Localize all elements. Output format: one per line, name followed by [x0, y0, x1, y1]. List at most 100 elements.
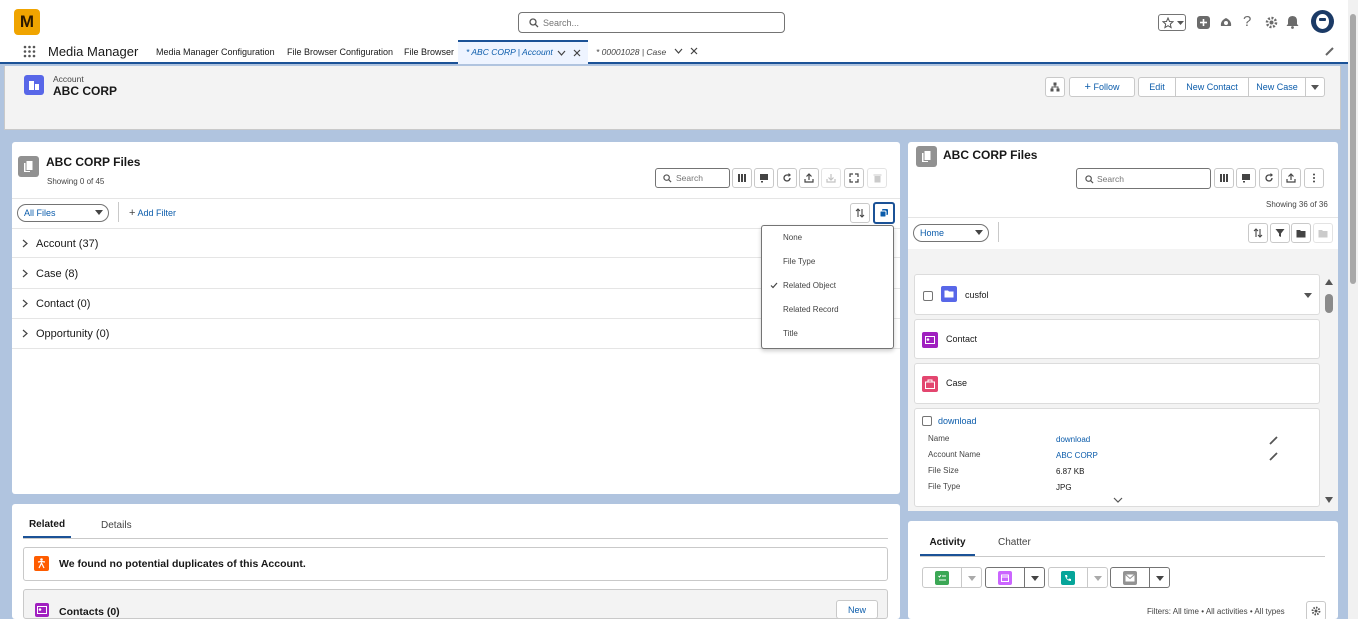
pencil-icon[interactable]: [1269, 452, 1278, 461]
new-event-button[interactable]: [985, 567, 1045, 588]
related-card: Related Details We found no potential du…: [12, 504, 900, 619]
help-icon[interactable]: ?: [1243, 13, 1251, 30]
file-checkbox[interactable]: [922, 416, 932, 426]
global-actions-icon[interactable]: [1197, 16, 1210, 29]
close-icon[interactable]: [573, 49, 581, 57]
scroll-up-icon[interactable]: [1325, 279, 1333, 285]
follow-button[interactable]: + Follow: [1069, 77, 1135, 97]
chevron-down-icon[interactable]: [557, 50, 566, 56]
duplicates-alert: We found no potential duplicates of this…: [23, 547, 888, 581]
trailhead-icon[interactable]: [1219, 15, 1233, 29]
gear-icon[interactable]: [1265, 16, 1278, 29]
menu-item-related-record[interactable]: Related Record: [762, 298, 892, 322]
folder-checkbox[interactable]: [923, 291, 933, 301]
right-files-search[interactable]: [1076, 168, 1211, 189]
global-search[interactable]: [518, 12, 785, 33]
column-settings-button[interactable]: [732, 168, 752, 188]
chevron-down-icon[interactable]: [1094, 576, 1102, 581]
file-title-link[interactable]: download: [938, 416, 977, 426]
right-files-search-input[interactable]: [1097, 172, 1205, 186]
scrollbar-thumb[interactable]: [1325, 294, 1333, 313]
tab-abc-corp-account[interactable]: * ABC CORP | Account: [458, 40, 588, 64]
chevron-down-icon[interactable]: [968, 576, 976, 581]
files-search[interactable]: [655, 168, 730, 188]
tab-file-browser[interactable]: File Browser: [404, 40, 454, 64]
tile-view-button[interactable]: [754, 168, 774, 188]
sort-button[interactable]: [850, 203, 870, 223]
menu-item-none[interactable]: None: [762, 226, 892, 250]
menu-item-file-type[interactable]: File Type: [762, 250, 892, 274]
group-by-button[interactable]: [873, 202, 895, 224]
contact-icon: [35, 603, 49, 617]
more-options-button[interactable]: [1304, 168, 1324, 188]
pencil-icon[interactable]: [1325, 47, 1334, 56]
refresh-button[interactable]: [1259, 168, 1279, 188]
tab-chatter[interactable]: Chatter: [998, 537, 1031, 548]
upload-button[interactable]: [1281, 168, 1301, 188]
columns-icon: [738, 174, 746, 182]
tab-details[interactable]: Details: [101, 520, 132, 531]
menu-item-related-object[interactable]: Related Object: [762, 274, 892, 298]
chevron-down-icon[interactable]: [674, 48, 683, 54]
new-task-button[interactable]: [922, 567, 982, 588]
pencil-icon[interactable]: [1269, 436, 1278, 445]
global-search-input[interactable]: [543, 15, 773, 30]
avatar[interactable]: [1311, 10, 1334, 33]
object-item-case[interactable]: Case: [914, 363, 1320, 404]
send-email-button[interactable]: [1110, 567, 1170, 588]
app-launcher-icon[interactable]: [23, 45, 36, 58]
new-case-button[interactable]: New Case: [1248, 77, 1306, 97]
tab-media-manager-configuration[interactable]: Media Manager Configuration: [156, 40, 275, 64]
scrollbar[interactable]: [1324, 277, 1334, 507]
column-settings-button[interactable]: [1214, 168, 1234, 188]
group-icon: [879, 209, 888, 218]
chevron-down-icon[interactable]: [1113, 497, 1123, 503]
upload-button[interactable]: [799, 168, 819, 188]
chevron-down-icon[interactable]: [1031, 576, 1039, 581]
new-contact-button[interactable]: New Contact: [1175, 77, 1249, 97]
menu-item-title[interactable]: Title: [762, 322, 892, 346]
tab-activity[interactable]: Activity: [920, 532, 975, 556]
tile-view-button[interactable]: [1236, 168, 1256, 188]
contacts-related-list: Contacts (0) New: [23, 589, 888, 619]
favorites-button[interactable]: [1158, 14, 1186, 31]
more-actions-button[interactable]: [1305, 77, 1325, 97]
files-search-input[interactable]: [676, 171, 726, 185]
chevron-down-icon[interactable]: [1156, 576, 1164, 581]
hierarchy-button[interactable]: [1045, 77, 1065, 97]
page-scrollbar-thumb[interactable]: [1350, 14, 1356, 284]
app-logo[interactable]: M: [14, 9, 40, 35]
page-scrollbar[interactable]: [1348, 0, 1358, 619]
avatar-eye-icon: [1319, 18, 1326, 21]
move-button[interactable]: [1313, 223, 1333, 243]
object-item-contact[interactable]: Contact: [914, 319, 1320, 359]
delete-button[interactable]: [867, 168, 887, 188]
activity-settings-button[interactable]: [1306, 601, 1326, 619]
new-contact-related-button[interactable]: New: [836, 600, 878, 619]
bell-icon[interactable]: [1286, 15, 1299, 29]
file-item-download[interactable]: download Name download Account Name ABC …: [914, 408, 1320, 507]
download-button[interactable]: [821, 168, 841, 188]
folder-item-cusfol[interactable]: cusfol: [914, 274, 1320, 315]
filter-button[interactable]: [1270, 223, 1290, 243]
add-filter-link[interactable]: + Add Filter: [129, 207, 176, 219]
contacts-title[interactable]: Contacts (0): [59, 606, 120, 618]
expand-button[interactable]: [844, 168, 864, 188]
scroll-down-icon[interactable]: [1325, 497, 1333, 503]
folder-button[interactable]: [1291, 223, 1311, 243]
activity-filters[interactable]: Filters: All time • All activities • All…: [1147, 607, 1285, 616]
refresh-button[interactable]: [777, 168, 797, 188]
field-value-name[interactable]: download: [1056, 435, 1090, 444]
folder-select[interactable]: Home: [913, 224, 989, 242]
chevron-right-icon: [22, 329, 28, 338]
log-call-button[interactable]: [1048, 567, 1108, 588]
tab-case[interactable]: * 00001028 | Case: [590, 40, 702, 64]
chevron-down-icon[interactable]: [1304, 293, 1312, 298]
close-icon[interactable]: [690, 47, 698, 55]
tab-related[interactable]: Related: [23, 514, 71, 538]
tab-file-browser-configuration[interactable]: File Browser Configuration: [287, 40, 393, 64]
edit-button[interactable]: Edit: [1138, 77, 1176, 97]
sort-button[interactable]: [1248, 223, 1268, 243]
field-value-account[interactable]: ABC CORP: [1056, 451, 1098, 460]
all-files-select[interactable]: All Files: [17, 204, 109, 222]
